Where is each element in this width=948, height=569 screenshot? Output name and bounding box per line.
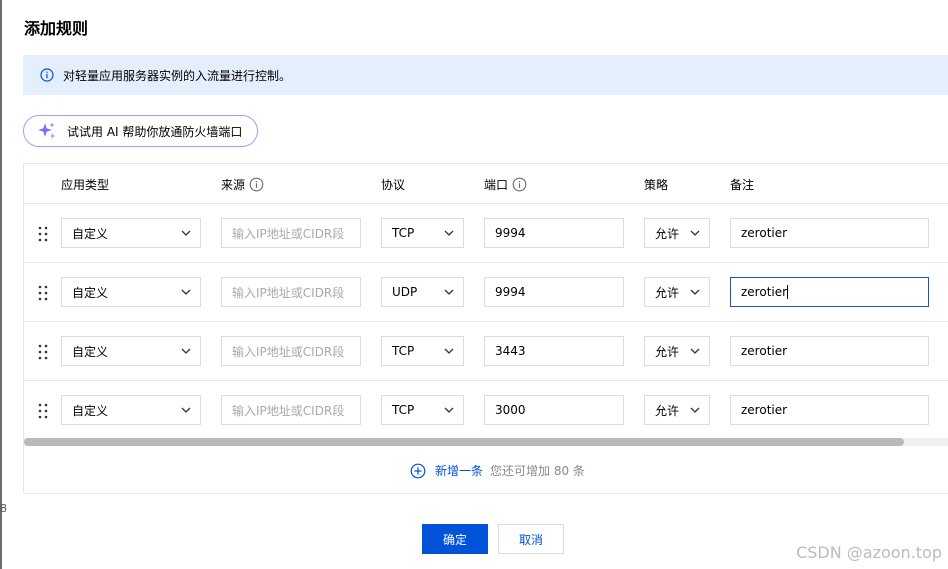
sparkle-icon (38, 122, 56, 139)
chevron-down-icon (444, 348, 454, 354)
source-input[interactable]: 输入IP地址或CIDR段 (221, 395, 361, 425)
table-row: 自定义 输入IP地址或CIDR段 UDP 9994 允许 zerotier (24, 263, 948, 322)
header-policy: 策略 (644, 178, 669, 192)
add-rule-button[interactable]: 新增一条 您还可增加 80 条 (410, 462, 585, 479)
port-input[interactable]: 9994 (484, 277, 624, 307)
drag-handle-icon[interactable] (38, 344, 48, 360)
policy-select[interactable]: 允许 (644, 395, 710, 425)
port-input[interactable]: 9994 (484, 218, 624, 248)
source-input[interactable]: 输入IP地址或CIDR段 (221, 218, 361, 248)
chevron-down-icon (444, 230, 454, 236)
header-app-type: 应用类型 (61, 178, 110, 192)
drag-handle-icon[interactable] (38, 403, 48, 419)
drag-handle-icon[interactable] (38, 226, 48, 242)
source-help-icon[interactable] (249, 177, 264, 192)
table-row: 自定义 输入IP地址或CIDR段 TCP 3000 允许 zerotier (24, 381, 948, 440)
horizontal-scrollbar-thumb[interactable] (24, 438, 904, 446)
rules-table: 应用类型 来源 协议 端口 策略 备注 自定义 输入IP地址或CIDR段 TCP… (23, 163, 948, 494)
chevron-down-icon (444, 407, 454, 413)
ai-assist-label: 试试用 AI 帮助你放通防火墙端口 (67, 124, 243, 139)
app-type-select[interactable]: 自定义 (61, 336, 201, 366)
drag-handle-icon[interactable] (38, 285, 48, 301)
confirm-button[interactable]: 确定 (422, 524, 488, 554)
app-type-select[interactable]: 自定义 (61, 395, 201, 425)
remark-input[interactable]: zerotier (730, 218, 929, 248)
chevron-down-icon (181, 289, 191, 295)
port-help-icon[interactable] (512, 177, 527, 192)
protocol-select[interactable]: TCP (381, 336, 464, 366)
info-banner: 对轻量应用服务器实例的入流量进行控制。 (23, 55, 948, 95)
chevron-down-icon (181, 407, 191, 413)
cancel-button[interactable]: 取消 (498, 524, 564, 554)
header-source: 来源 (221, 176, 264, 193)
remark-input[interactable]: zerotier (730, 395, 929, 425)
remark-input[interactable]: zerotier (730, 336, 929, 366)
info-banner-text: 对轻量应用服务器实例的入流量进行控制。 (63, 68, 292, 83)
protocol-select[interactable]: TCP (381, 218, 464, 248)
chevron-down-icon (690, 289, 700, 295)
protocol-select[interactable]: TCP (381, 395, 464, 425)
remaining-count-hint: 您还可增加 80 条 (490, 464, 585, 478)
ai-assist-button[interactable]: 试试用 AI 帮助你放通防火墙端口 (23, 115, 258, 147)
port-input[interactable]: 3443 (484, 336, 624, 366)
table-row: 自定义 输入IP地址或CIDR段 TCP 3443 允许 zerotier (24, 322, 948, 381)
text-caret (787, 285, 789, 299)
remark-input-focused[interactable]: zerotier (730, 277, 929, 307)
policy-select[interactable]: 允许 (644, 277, 710, 307)
table-header: 应用类型 来源 协议 端口 策略 备注 (24, 164, 948, 204)
app-type-select[interactable]: 自定义 (61, 218, 201, 248)
add-rule-label: 新增一条 (435, 464, 484, 478)
chevron-down-icon (181, 230, 191, 236)
info-icon (40, 68, 54, 82)
plus-circle-icon (410, 463, 426, 478)
chevron-down-icon (690, 230, 700, 236)
policy-select[interactable]: 允许 (644, 336, 710, 366)
header-port: 端口 (484, 176, 527, 193)
chevron-down-icon (690, 348, 700, 354)
dialog-title: 添加规则 (24, 19, 89, 38)
app-type-select[interactable]: 自定义 (61, 277, 201, 307)
policy-select[interactable]: 允许 (644, 218, 710, 248)
chevron-down-icon (444, 289, 454, 295)
table-row: 自定义 输入IP地址或CIDR段 TCP 9994 允许 zerotier (24, 204, 948, 263)
window-edge (0, 0, 2, 569)
chevron-down-icon (690, 407, 700, 413)
source-input[interactable]: 输入IP地址或CIDR段 (221, 277, 361, 307)
watermark: CSDN @azoon.top (796, 543, 942, 562)
source-input[interactable]: 输入IP地址或CIDR段 (221, 336, 361, 366)
header-protocol: 协议 (381, 178, 406, 192)
stray-character: 8 (0, 502, 7, 515)
protocol-select[interactable]: UDP (381, 277, 464, 307)
header-remark: 备注 (730, 178, 755, 192)
chevron-down-icon (181, 348, 191, 354)
port-input[interactable]: 3000 (484, 395, 624, 425)
